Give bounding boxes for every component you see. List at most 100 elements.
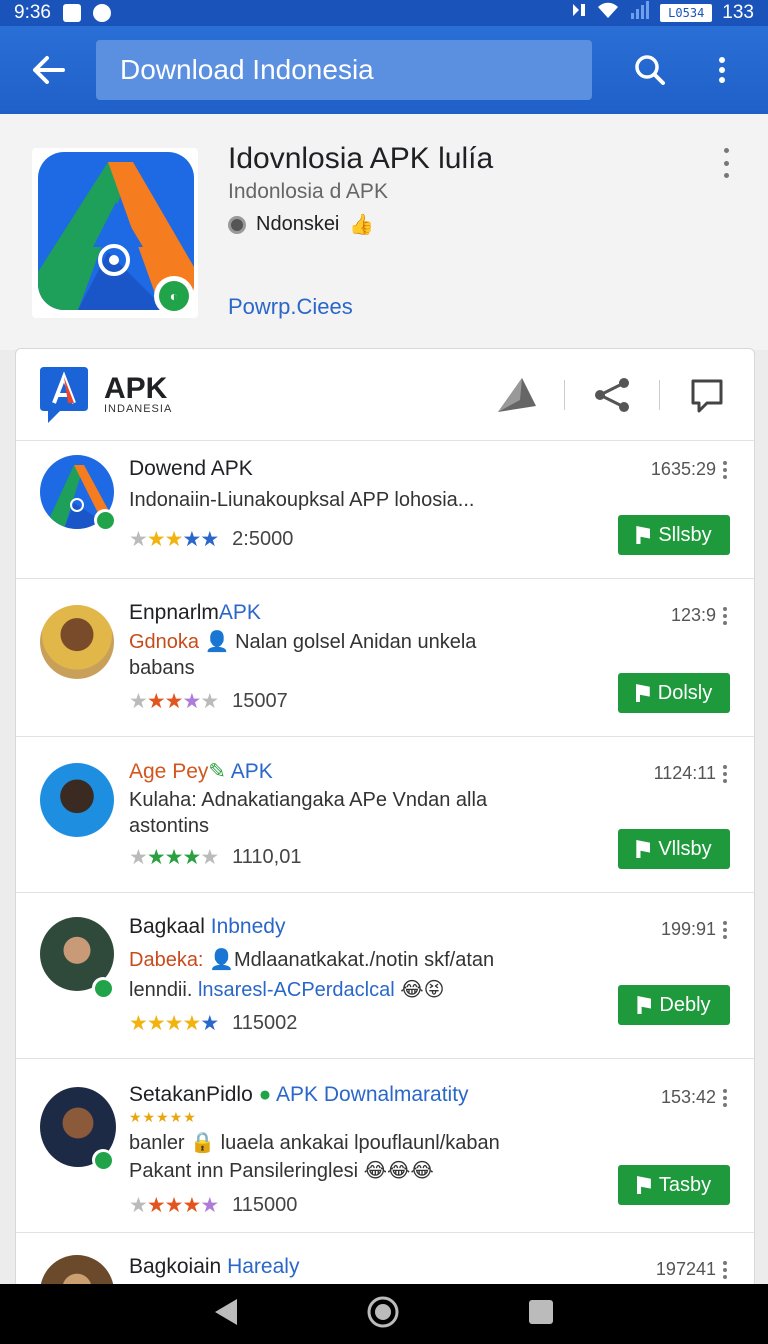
desc-text-2: luaela ankakai lpouflaunl/kaban (220, 1132, 500, 1154)
search-input[interactable]: Download Indonesia (96, 40, 592, 100)
brand-tagline: INDANESIA (104, 402, 173, 415)
flag-icon (637, 996, 652, 1014)
star-rating: ★ ★ ★ ★ ★ 115002 (129, 1012, 298, 1035)
rating-value: 15007 (232, 690, 288, 712)
nav-recents-button[interactable] (527, 1298, 555, 1331)
verified-badge-icon (92, 977, 114, 999)
item-description: Dabeka: 👤Mdlaanatkakat./notin skf/atan l… (129, 945, 549, 1005)
item-action-button[interactable]: Debly (618, 985, 730, 1025)
mini-star-rating: ★★★★★ (129, 1109, 197, 1125)
desc-link: lnsaresl-ACPerdaclcal (197, 979, 395, 1001)
star-rating: ★ ★ ★ ★ ★ 2:5000 (129, 528, 294, 551)
app-header: ◐ Idovnlosia APK lulía Indonlosia d APK … (0, 114, 768, 350)
nav-back-button[interactable] (213, 1297, 239, 1332)
battery-level: 133 (722, 2, 754, 23)
nav-home-button[interactable] (366, 1295, 400, 1334)
apk-list-card: APK INDANESIA Dowend APK Indonaiin-Liuna… (15, 348, 755, 1288)
back-button[interactable] (0, 26, 96, 114)
overflow-menu-button[interactable] (686, 26, 758, 114)
app-bar: Download Indonesia (0, 26, 768, 114)
app-subtitle: Indonlosia d APK (228, 180, 388, 203)
item-more-button[interactable] (722, 1089, 728, 1107)
item-more-button[interactable] (722, 461, 728, 479)
list-item[interactable]: EnpnarlmAPK Gdnoka 👤 Nalan golsel Anidan… (16, 579, 754, 737)
item-more-button[interactable] (722, 921, 728, 939)
list-item[interactable]: Dowend APK Indonaiin-Liunakoupksal APP l… (16, 441, 754, 579)
app-more-button[interactable] (712, 148, 740, 178)
app-title: Idovnlosia APK lulía (228, 142, 494, 175)
share-button[interactable] (565, 349, 659, 441)
star-rating: ★ ★ ★ ★ ★ 1110,01 (129, 846, 302, 869)
rating-value: 1110,01 (232, 846, 302, 868)
item-time: 1124:11 (653, 763, 716, 783)
verified-badge-icon (92, 1149, 114, 1171)
item-time: 197241 (655, 1259, 716, 1279)
title-part-orange: Age Pey (129, 760, 209, 783)
item-action-button[interactable]: Tasby (618, 1165, 730, 1205)
button-label: Tasby (658, 1173, 712, 1196)
flag-icon (636, 526, 651, 544)
item-action-button[interactable]: Dolsly (618, 673, 730, 713)
item-description: Gdnoka 👤 Nalan golsel Anidan unkela baba… (129, 629, 529, 681)
button-label: Debly (659, 993, 711, 1016)
emoji-icons: 😂😝 (400, 979, 445, 1001)
powered-link[interactable]: Powrp.Ciees (228, 294, 353, 320)
item-more-button[interactable] (722, 765, 728, 783)
chat-icon: ● (258, 1083, 272, 1106)
item-description: Kulaha: Adnakatiangaka APe Vndan alla as… (129, 789, 488, 837)
user-emoji-icon: 👤 (204, 631, 230, 653)
button-label: Dolsly (657, 681, 713, 704)
user-avatar (40, 763, 114, 837)
title-part-blue: APK (230, 760, 273, 783)
item-more-button[interactable] (722, 1261, 728, 1279)
item-action-button[interactable]: Vllsby (618, 829, 730, 869)
title-part-blue: Inbnedy (210, 915, 286, 938)
developer-name: Ndonskei (256, 213, 340, 235)
back-arrow-icon (33, 56, 65, 84)
rating-value: 115002 (232, 1012, 298, 1034)
title-part: Bagkaal (129, 915, 205, 938)
bookmark-button[interactable] (660, 349, 754, 441)
list-item[interactable]: Age Pey✎ APK Kulaha: Adnakatiangaka APe … (16, 737, 754, 893)
flag-icon (691, 379, 723, 413)
desc-text-1: banler (129, 1132, 185, 1154)
square-recents-icon (528, 1299, 553, 1324)
item-title: Bagkaal Inbnedy (129, 915, 285, 939)
list-item[interactable]: Bagkaal Inbnedy Dabeka: 👤Mdlaanatkakat./… (16, 893, 754, 1059)
send-button[interactable] (470, 349, 564, 441)
signal-icon (630, 1, 650, 25)
nfc-icon (572, 2, 586, 24)
search-text: Download Indonesia (120, 54, 374, 85)
app-developer[interactable]: Ndonskei 👍 (228, 212, 374, 237)
title-part: SetakanPidlo (129, 1083, 253, 1106)
search-button[interactable] (614, 26, 686, 114)
item-time: 123:9 (670, 605, 716, 625)
brand-name: APK (104, 371, 168, 405)
item-title: EnpnarlmAPK (129, 601, 261, 625)
item-time: 1635:29 (650, 459, 716, 479)
star-rating: ★ ★ ★ ★ ★ 115000 (129, 1194, 298, 1217)
brand-logo-icon (40, 366, 88, 423)
lock-icon: 🔒 (190, 1132, 216, 1154)
item-title: SetakanPidlo ● APK Downalmaratity (129, 1083, 469, 1107)
brand-header: APK INDANESIA (16, 349, 754, 441)
list-item[interactable]: SetakanPidlo ● APK Downalmaratity ★★★★★ … (16, 1059, 754, 1233)
desc-highlight: Dabeka: (129, 949, 204, 971)
triangle-back-icon (215, 1298, 238, 1325)
desc-text-3: Pakant inn Pansileringlesi (129, 1160, 359, 1182)
title-part-blue: APK (218, 601, 261, 624)
item-more-button[interactable] (722, 607, 728, 625)
item-title: Dowend APK (129, 457, 253, 480)
flag-icon (636, 840, 651, 858)
list-item[interactable]: Bagkoiain Harealy 197241 (16, 1233, 754, 1287)
item-action-button[interactable]: Sllsby (618, 515, 730, 555)
more-vert-icon (719, 57, 725, 83)
title-part: Enpnarlm (129, 601, 219, 624)
title-part-blue: Harealy (227, 1255, 300, 1278)
item-time: 199:91 (660, 919, 716, 939)
share-icon (595, 378, 629, 412)
leaf-icon: ✎ (208, 760, 226, 783)
status-bar: 9:36 L0534 133 (0, 0, 768, 26)
flag-icon (635, 684, 650, 702)
developer-icon (228, 215, 246, 234)
